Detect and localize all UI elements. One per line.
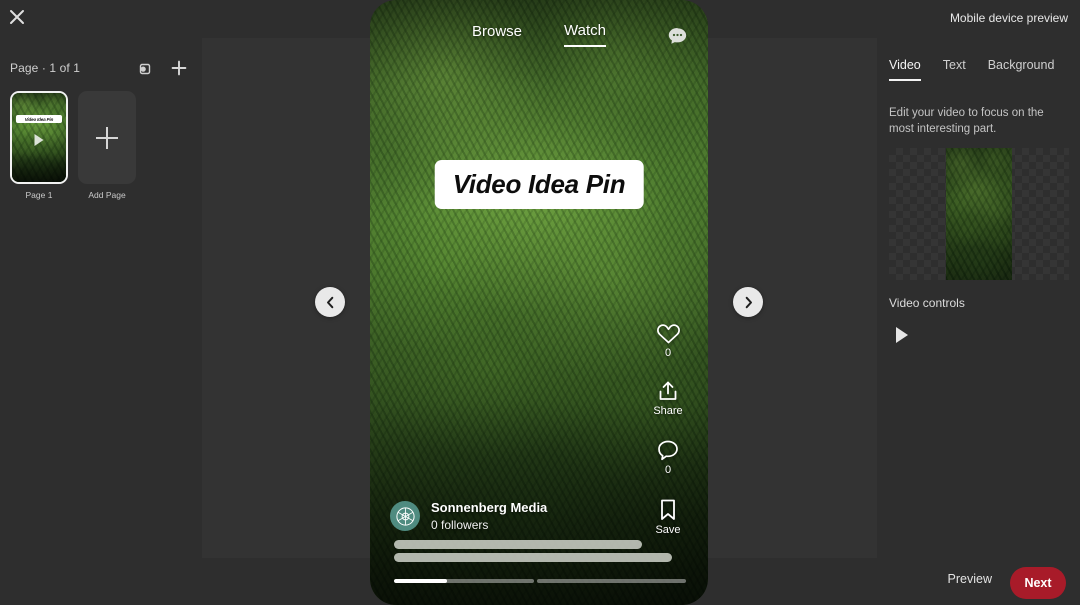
tab-video[interactable]: Video [889, 58, 921, 81]
sidebar-header: Page · 1 of 1 [0, 55, 202, 81]
thumbnail-caption: Video Idea Pin [16, 115, 62, 123]
headline-text: Video Idea Pin [434, 160, 644, 209]
tab-watch[interactable]: Watch [564, 22, 606, 47]
video-clip-thumbnail[interactable] [946, 148, 1012, 280]
tab-browse[interactable]: Browse [472, 23, 522, 46]
add-page-button[interactable] [78, 91, 136, 184]
right-panel: Mobile device preview Video Text Backgro… [877, 0, 1080, 605]
action-rail: 0 Share 0 Save [640, 322, 696, 558]
progress-segment [537, 579, 686, 583]
like-button[interactable]: 0 [656, 322, 681, 359]
save-label: Save [655, 524, 681, 536]
video-controls-label: Video controls [889, 296, 965, 310]
sidebar-actions [135, 59, 188, 77]
mobile-preview-label: Mobile device preview [949, 11, 1068, 25]
placeholder-bar [394, 553, 672, 562]
share-button[interactable]: Share [653, 381, 683, 417]
like-count: 0 [664, 347, 672, 359]
chat-bubble-icon[interactable] [665, 24, 690, 49]
preview-button[interactable]: Preview [944, 566, 996, 592]
share-label: Share [653, 405, 683, 417]
pages-list: Video Idea Pin Page 1 Add Page [0, 81, 202, 200]
story-progress-bar[interactable] [394, 579, 686, 583]
pages-sidebar: Page · 1 of 1 Video Idea Pin Page 1 Add … [0, 55, 202, 200]
page-label: Page 1 [25, 190, 53, 200]
profile-text: Sonnenberg Media 0 followers [431, 499, 547, 533]
chevron-left-icon[interactable] [315, 287, 345, 317]
page-counter: Page · 1 of 1 [10, 61, 81, 75]
add-page-label: Add Page [88, 190, 126, 200]
play-icon[interactable] [891, 324, 913, 346]
placeholder-bar [394, 540, 642, 549]
tab-text[interactable]: Text [943, 58, 966, 81]
duplicate-icon[interactable] [135, 59, 153, 77]
follower-count: 0 followers [431, 517, 489, 532]
panel-description: Edit your video to focus on the most int… [889, 107, 1044, 135]
plus-icon [96, 126, 118, 149]
creator-name: Sonnenberg Media [431, 500, 548, 516]
close-icon[interactable] [6, 6, 28, 28]
brand-avatar-icon [390, 501, 420, 532]
add-page-cell: Add Page [78, 91, 136, 200]
video-trim-strip [889, 148, 1069, 280]
save-button[interactable]: Save [655, 498, 681, 536]
tab-background[interactable]: Background [988, 58, 1055, 81]
page-thumbnail-1[interactable]: Video Idea Pin [10, 91, 68, 184]
progress-segment [394, 579, 534, 583]
panel-tabs: Video Text Background [889, 58, 1054, 81]
mobile-device-preview: Browse Watch Video Idea Pin 0 Share 0 Sa… [370, 0, 708, 605]
creator-profile[interactable]: Sonnenberg Media 0 followers [390, 499, 547, 533]
comment-count: 0 [664, 464, 672, 476]
list-item: Video Idea Pin Page 1 [10, 91, 68, 200]
plus-icon[interactable] [170, 59, 188, 77]
chevron-right-icon[interactable] [733, 287, 763, 317]
comment-button[interactable]: 0 [656, 439, 680, 476]
next-button[interactable]: Next [1010, 567, 1066, 599]
phone-nav-tabs: Browse Watch [370, 22, 708, 47]
phone-screen: Browse Watch Video Idea Pin 0 Share 0 Sa… [370, 0, 708, 605]
play-icon [34, 134, 44, 147]
app-root: Page · 1 of 1 Video Idea Pin Page 1 Add … [0, 0, 1080, 605]
